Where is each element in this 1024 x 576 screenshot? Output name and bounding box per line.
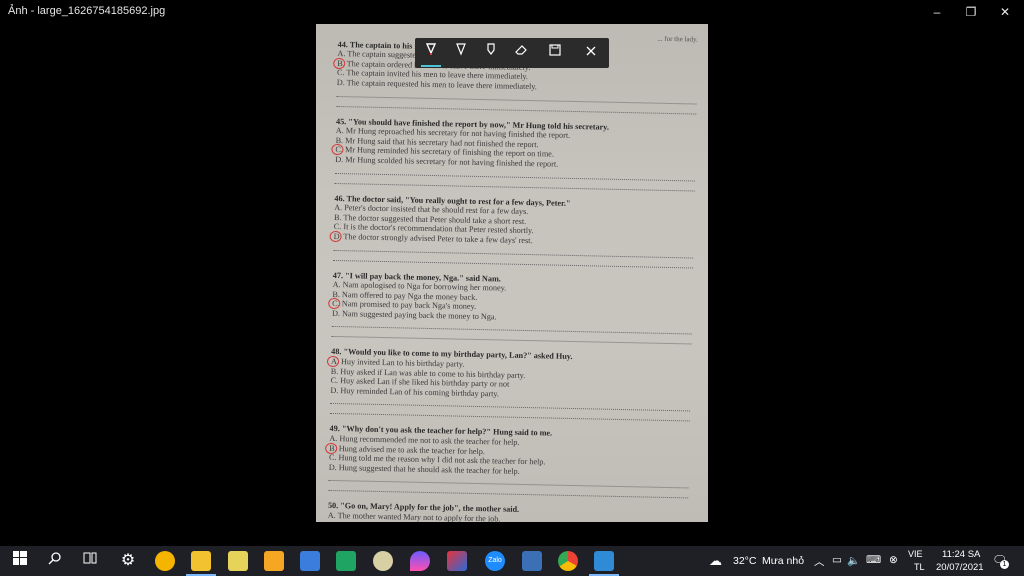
ink-toolbar — [415, 38, 609, 68]
clock[interactable]: 11:24 SA 20/07/2021 — [932, 546, 984, 576]
photo-viewer: ... for the lady. 44. The captain to his… — [0, 24, 1024, 546]
answer-circle-mark — [329, 230, 342, 243]
ballpoint-pen-icon[interactable] — [421, 43, 441, 67]
worksheet-photo: ... for the lady. 44. The captain to his… — [316, 24, 708, 522]
paint-icon[interactable] — [373, 551, 393, 571]
question-number: 44. — [337, 39, 348, 49]
taskbar: ⚙ Zalo ☁ 32°C Mưa nhỏ ︿ ▭ 🔈 ⌨ ⊗ VIE TL 1… — [0, 546, 1024, 576]
question-block: 45. "You should have finished the report… — [331, 116, 696, 192]
worksheet-text: ... for the lady. 44. The captain to his… — [325, 28, 698, 522]
question-number: 47. — [332, 270, 344, 280]
question-block: 50. "Go on, Mary! Apply for the job", th… — [327, 501, 688, 522]
question-block: 48. "Would you like to come to my birthd… — [326, 347, 691, 422]
clock-time: 11:24 SA — [942, 549, 981, 560]
blocked-icon[interactable]: ⊗ — [889, 554, 898, 566]
google-sheets-icon[interactable] — [336, 551, 356, 571]
question-block: 47. "I will pay back the money, Nga." sa… — [328, 270, 693, 345]
notification-center[interactable]: 🗨 1 — [990, 546, 1014, 576]
question-block: 49. "Why don't you ask the teacher for h… — [325, 424, 689, 499]
title-bar: Ảnh - large_1626754185692.jpg – ❐ ✕ — [0, 0, 1024, 24]
cloud-rain-icon: ☁ — [709, 553, 722, 568]
lang-mode: TL — [914, 562, 925, 572]
weather-desc: Mưa nhỏ — [762, 555, 805, 567]
question-number: 49. — [329, 424, 340, 434]
question-number: 46. — [334, 193, 345, 203]
settings-gear-icon[interactable]: ⚙ — [118, 551, 138, 571]
google-docs-icon[interactable] — [300, 551, 320, 571]
pencil-icon[interactable] — [451, 43, 471, 63]
answer-circle-mark — [325, 442, 338, 454]
highlighter-icon[interactable] — [481, 43, 501, 63]
app-icon[interactable] — [264, 551, 284, 571]
photos-icon[interactable] — [594, 551, 614, 571]
chevron-up-icon[interactable]: ︿ — [814, 554, 825, 569]
system-tray-icons: ︿ ▭ 🔈 ⌨ ⊗ — [814, 546, 898, 576]
keyboard-icon[interactable]: ⌨ — [866, 554, 881, 566]
windows-start-icon[interactable] — [10, 551, 30, 571]
save-copy-icon[interactable] — [545, 43, 565, 63]
window-title: Ảnh - large_1626754185692.jpg — [8, 5, 166, 17]
active-tool-indicator — [421, 65, 441, 67]
question-number: 45. — [335, 116, 347, 126]
calculator-icon[interactable] — [522, 551, 542, 571]
eraser-icon[interactable] — [511, 43, 531, 63]
question-block: 46. The doctor said, "You really ought t… — [329, 193, 694, 268]
app-icon-2[interactable] — [447, 551, 467, 571]
input-language[interactable]: VIE TL — [906, 546, 930, 576]
close-icon[interactable] — [581, 43, 601, 63]
clock-date: 20/07/2021 — [936, 562, 984, 573]
close-button[interactable]: ✕ — [982, 0, 1024, 24]
temperature: 32°C — [733, 555, 757, 567]
weather-widget[interactable]: ☁ 32°C Mưa nhỏ — [707, 546, 807, 576]
weather-app-icon[interactable] — [155, 551, 175, 571]
paint-3d-icon[interactable] — [410, 551, 430, 571]
sticky-notes-icon[interactable] — [228, 551, 248, 571]
task-view-icon[interactable] — [80, 551, 100, 571]
search-icon[interactable] — [45, 551, 65, 571]
question-number: 50. — [327, 501, 339, 511]
file-explorer-icon[interactable] — [191, 551, 211, 571]
volume-mute-icon[interactable]: 🔈 — [847, 554, 860, 567]
network-icon[interactable]: ▭ — [832, 554, 842, 566]
lang-code: VIE — [908, 549, 923, 559]
chrome-icon[interactable] — [558, 551, 578, 571]
notification-count: 1 — [1000, 560, 1009, 569]
answer-circle-mark — [333, 57, 346, 69]
zalo-icon[interactable]: Zalo — [485, 551, 505, 571]
